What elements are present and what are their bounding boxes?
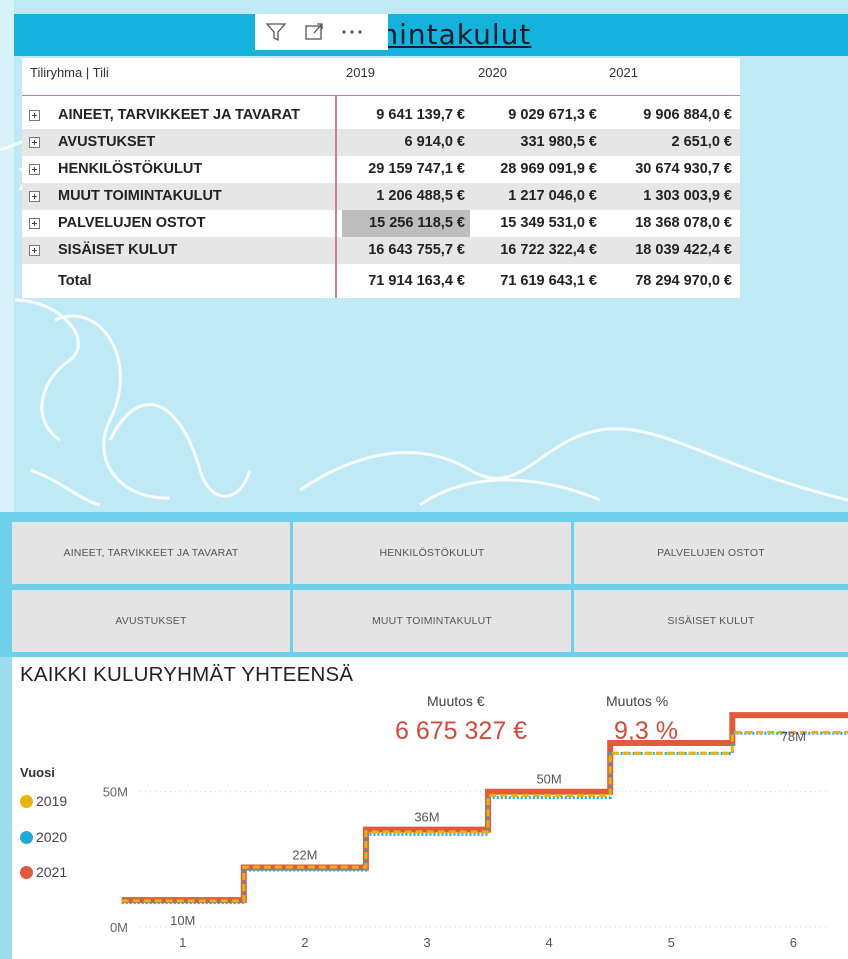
matrix-table: Tiliryhma | Tili 2019 2020 2021 AINEET, … (22, 58, 740, 298)
row-label: AINEET, TARVIKKEET JA TAVARAT (58, 107, 300, 123)
cell-2021: 2 651,0 € (671, 134, 732, 150)
x-tick-label: 5 (668, 935, 675, 950)
column-header-2021[interactable]: 2021 (609, 65, 638, 80)
expand-icon[interactable] (29, 137, 40, 148)
row-label: MUUT TOIMINTAKULUT (58, 188, 222, 204)
data-label: 10M (170, 913, 195, 928)
row-label: PALVELUJEN OSTOT (58, 215, 206, 231)
cell-2021: 18 368 078,0 € (635, 215, 732, 231)
title-bar: Toimintakulut (14, 14, 848, 56)
cell-2021: 30 674 930,7 € (635, 161, 732, 177)
cell-2020: 16 722 322,4 € (500, 242, 597, 258)
cell-2019: 1 206 488,5 € (376, 188, 465, 204)
cell-2020: 9 029 671,3 € (508, 107, 597, 123)
row-label: SISÄISET KULUT (58, 242, 178, 258)
column-header-tiliryhma[interactable]: Tiliryhma | Tili (30, 65, 109, 80)
data-label: 50M (536, 772, 561, 787)
series-line-2019 (121, 730, 848, 903)
total-row: Total 71 914 163,4 € 71 619 643,1 € 78 2… (22, 268, 740, 295)
cell-2021: 9 906 884,0 € (643, 107, 732, 123)
row-label: HENKILÖSTÖKULUT (58, 161, 203, 177)
cell-2020: 15 349 531,0 € (500, 215, 597, 231)
cumulative-chart-panel: KAIKKI KULURYHMÄT YHTEENSÄ Muutos € 6 67… (0, 657, 848, 959)
data-label: 36M (414, 810, 439, 825)
table-row: PALVELUJEN OSTOT 15 256 118,5 € 15 349 5… (22, 210, 740, 237)
slicer-button-aineet[interactable]: AINEET, TARVIKKEET JA TAVARAT (12, 522, 290, 584)
slicer-button-palvelujen-ostot[interactable]: PALVELUJEN OSTOT (574, 522, 848, 584)
expand-icon[interactable] (29, 110, 40, 121)
x-tick-label: 3 (423, 935, 430, 950)
x-tick-label: 6 (790, 935, 797, 950)
x-tick-label: 2 (301, 935, 308, 950)
page-title: Toimintakulut (330, 18, 532, 51)
column-divider (335, 96, 337, 298)
more-options-icon[interactable] (335, 17, 369, 47)
slicer-button-henkilostokulut[interactable]: HENKILÖSTÖKULUT (293, 522, 571, 584)
visual-header-toolbar (255, 14, 388, 50)
cell-2019: 9 641 139,7 € (376, 107, 465, 123)
table-row: AINEET, TARVIKKEET JA TAVARAT 9 641 139,… (22, 102, 740, 129)
slicer-button-muut-toimintakulut[interactable]: MUUT TOIMINTAKULUT (293, 590, 571, 652)
cell-2019: 29 159 747,1 € (368, 161, 465, 177)
cell-2021: 1 303 003,9 € (643, 188, 732, 204)
series-line-2020 (121, 731, 848, 905)
column-header-2020[interactable]: 2020 (478, 65, 507, 80)
table-row: AVUSTUKSET 6 914,0 € 331 980,5 € 2 651,0… (22, 129, 740, 156)
total-2021: 78 294 970,0 € (635, 273, 732, 289)
y-tick-label: 50M (103, 785, 128, 800)
column-header-2019[interactable]: 2019 (346, 65, 375, 80)
row-label: AVUSTUKSET (58, 134, 156, 150)
expand-icon[interactable] (29, 191, 40, 202)
x-tick-label: 1 (179, 935, 186, 950)
cell-2020: 28 969 091,9 € (500, 161, 597, 177)
table-row: MUUT TOIMINTAKULUT 1 206 488,5 € 1 217 0… (22, 183, 740, 210)
cell-2019: 16 643 755,7 € (368, 242, 465, 258)
category-slicer: AINEET, TARVIKKEET JA TAVARAT HENKILÖSTÖ… (0, 512, 848, 657)
cell-2020: 331 980,5 € (520, 134, 597, 150)
matrix-visual-panel: Toimintakulut Tiliryhma | Tili 2019 2020… (0, 0, 848, 512)
focus-mode-icon[interactable] (297, 17, 331, 47)
expand-icon[interactable] (29, 164, 40, 175)
total-2020: 71 619 643,1 € (500, 273, 597, 289)
matrix-header-row: Tiliryhma | Tili 2019 2020 2021 (22, 58, 740, 96)
y-tick-label: 0M (110, 920, 128, 935)
cell-2020: 1 217 046,0 € (508, 188, 597, 204)
x-tick-label: 4 (545, 935, 552, 950)
total-2019: 71 914 163,4 € (368, 273, 465, 289)
total-label: Total (58, 273, 92, 289)
cell-2021: 18 039 422,4 € (635, 242, 732, 258)
table-row: HENKILÖSTÖKULUT 29 159 747,1 € 28 969 09… (22, 156, 740, 183)
expand-icon[interactable] (29, 245, 40, 256)
filter-icon[interactable] (259, 17, 293, 47)
series-line-2021 (121, 712, 848, 904)
data-label: 22M (292, 847, 317, 862)
cell-2019-selected[interactable]: 15 256 118,5 € (342, 210, 470, 237)
slicer-button-sisaiset-kulut[interactable]: SISÄISET KULUT (574, 590, 848, 652)
step-line-chart: 0M 50M 1 2 3 4 5 6 10M 22M 36M 50M 78M (103, 712, 848, 950)
data-label: 78M (781, 729, 806, 744)
slicer-button-avustukset[interactable]: AVUSTUKSET (12, 590, 290, 652)
expand-icon[interactable] (29, 218, 40, 229)
cell-2019: 6 914,0 € (404, 134, 465, 150)
table-row: SISÄISET KULUT 16 643 755,7 € 16 722 322… (22, 237, 740, 264)
